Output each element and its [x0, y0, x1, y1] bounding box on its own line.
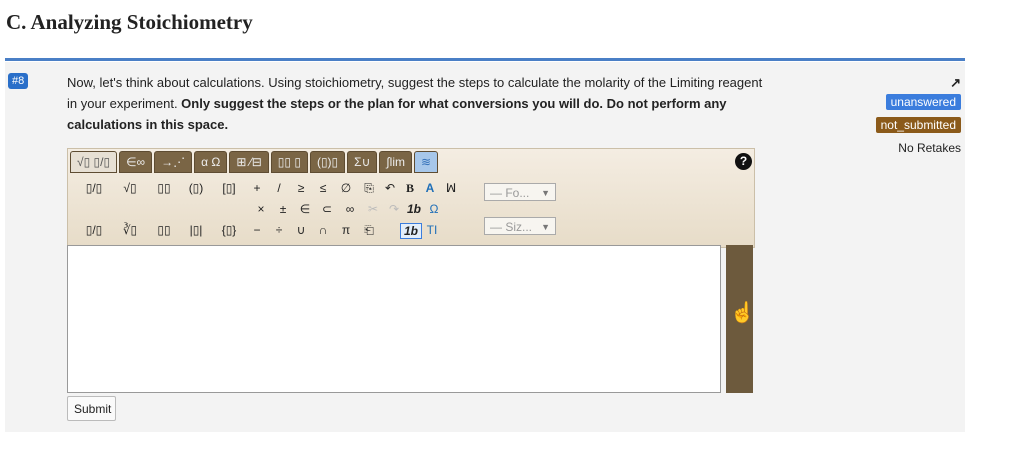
- pi-button[interactable]: π: [334, 223, 358, 239]
- text-color-icon[interactable]: A: [420, 181, 440, 196]
- submit-button[interactable]: Submit: [67, 396, 116, 421]
- abs-button[interactable]: |▯|: [180, 223, 212, 239]
- font-size-select[interactable]: — Siz... ▼: [484, 217, 556, 235]
- status-badge-not-submitted: not_submitted: [875, 117, 961, 133]
- emptyset-button[interactable]: ∅: [334, 181, 358, 196]
- toolbar-tabs: √▯ ▯/▯ ∈∞ →⋰ α Ω ⊞ ⁄⊟ ▯▯ ▯ (▯)▯ Σ∪ ∫lim …: [70, 151, 439, 173]
- tab-greek[interactable]: α Ω: [194, 151, 228, 173]
- tab-calculus[interactable]: ∫lim: [379, 151, 412, 173]
- status-badge-unanswered: unanswered: [885, 94, 961, 110]
- bold-button[interactable]: B: [400, 181, 420, 196]
- infinity-button[interactable]: ∞: [338, 202, 362, 216]
- undo-icon[interactable]: ↶: [380, 181, 400, 196]
- chevron-down-icon: ▼: [541, 188, 550, 198]
- subscript-button[interactable]: ▯▯: [148, 223, 180, 239]
- tab-chemistry[interactable]: ≋: [413, 151, 439, 173]
- slash-button[interactable]: /: [268, 181, 290, 196]
- element-of-button[interactable]: ∈: [294, 202, 316, 216]
- tab-sets[interactable]: ∈∞: [119, 151, 153, 173]
- handwriting-panel-button[interactable]: ☝: [726, 245, 755, 393]
- tab-sums[interactable]: Σ∪: [347, 151, 378, 173]
- font-size-button[interactable]: 1b: [400, 223, 422, 239]
- chevron-down-icon: ▼: [541, 222, 550, 232]
- question-panel: #8 Now, let's think about calculations. …: [5, 62, 965, 432]
- intersection-button[interactable]: ∩: [312, 223, 334, 239]
- minus-button[interactable]: −: [246, 223, 268, 239]
- nth-root-button[interactable]: ∛▯: [112, 223, 148, 239]
- tab-arrows[interactable]: →⋰: [154, 151, 193, 173]
- handwriting-icon[interactable]: ꟽ: [440, 181, 462, 196]
- toolbar-row-1: ▯/▯ √▯ ▯▯ (▯) [▯] + / ≥ ≤ ∅ ⎘ ↶ B A ꟽ: [76, 181, 462, 196]
- paste-icon[interactable]: ⎗: [358, 223, 380, 239]
- font-family-select[interactable]: — Fo... ▼: [484, 183, 556, 201]
- question-number-badge: #8: [8, 73, 29, 89]
- toolbar-row-2: × ± ∈ ⊂ ∞ ✂ ↷ 1b Ω: [250, 202, 444, 216]
- brackets-button[interactable]: [▯]: [212, 181, 246, 196]
- equation-editor-toolbar: √▯ ▯/▯ ∈∞ →⋰ α Ω ⊞ ⁄⊟ ▯▯ ▯ (▯)▯ Σ∪ ∫lim …: [67, 148, 755, 248]
- answer-input[interactable]: [67, 245, 721, 393]
- tab-brackets[interactable]: (▯)▯: [309, 151, 346, 173]
- braces-button[interactable]: {▯}: [212, 223, 246, 239]
- parentheses-button[interactable]: (▯): [180, 181, 212, 196]
- status-panel: ↗ unanswered not_submitted No Retakes: [841, 74, 961, 155]
- hand-pointer-icon: ☝: [730, 302, 755, 324]
- retakes-label: No Retakes: [898, 141, 961, 155]
- times-button[interactable]: ×: [250, 202, 272, 216]
- union-button[interactable]: ∪: [290, 223, 312, 239]
- font-size-select-value: — Siz...: [490, 220, 533, 234]
- redo-icon[interactable]: ↷: [384, 202, 404, 216]
- divide-button[interactable]: ÷: [268, 223, 290, 239]
- tab-fractions[interactable]: √▯ ▯/▯: [70, 151, 118, 173]
- slash-fraction-button[interactable]: ▯/▯: [76, 223, 112, 239]
- help-icon[interactable]: ?: [735, 153, 752, 170]
- cut-icon[interactable]: ✂: [362, 202, 384, 216]
- toolbar-row-3: ▯/▯ ∛▯ ▯▯ |▯| {▯} − ÷ ∪ ∩ π ⎗ 1b TI: [76, 223, 442, 239]
- leq-button[interactable]: ≤: [312, 181, 334, 196]
- special-char-icon[interactable]: Ω: [424, 202, 444, 216]
- geq-button[interactable]: ≥: [290, 181, 312, 196]
- font-family-select-value: — Fo...: [490, 186, 530, 200]
- question-text: Now, let's think about calculations. Usi…: [67, 72, 767, 135]
- plus-button[interactable]: +: [246, 181, 268, 196]
- italic-size-button[interactable]: 1b: [404, 202, 424, 216]
- title-divider: [5, 58, 965, 61]
- copy-icon[interactable]: ⎘: [358, 181, 380, 196]
- superscript-button[interactable]: ▯▯: [148, 181, 180, 196]
- tab-matrices[interactable]: ⊞ ⁄⊟: [229, 151, 269, 173]
- page-title: C. Analyzing Stoichiometry: [6, 10, 253, 34]
- plusminus-button[interactable]: ±: [272, 202, 294, 216]
- tab-scripts[interactable]: ▯▯ ▯: [270, 151, 308, 173]
- subset-button[interactable]: ⊂: [316, 202, 338, 216]
- fraction-button[interactable]: ▯/▯: [76, 181, 112, 196]
- share-icon[interactable]: ↗: [947, 76, 961, 90]
- text-style-icon[interactable]: TI: [422, 223, 442, 239]
- sqrt-button[interactable]: √▯: [112, 181, 148, 196]
